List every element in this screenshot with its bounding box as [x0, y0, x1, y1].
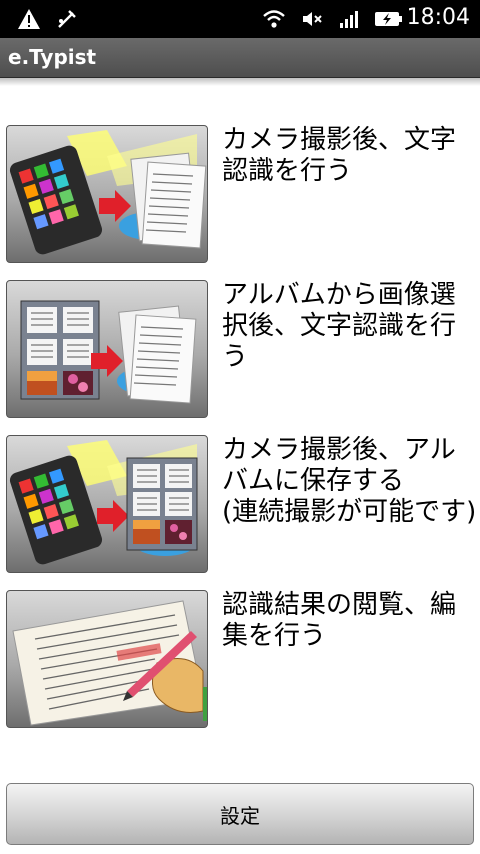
app-title: e.Typist: [8, 45, 97, 69]
mute-icon: [300, 6, 324, 32]
app-title-bar: e.Typist: [0, 38, 480, 78]
menu-item-camera-album[interactable]: カメラ撮影後、アル バムに保存する (連続撮影が可能です): [0, 435, 480, 575]
album-to-document-icon: [6, 280, 208, 418]
usb-debug-icon: [54, 6, 80, 32]
menu-item-label: 認識結果の閲覧、編 集を行う: [222, 590, 457, 651]
menu-item-camera-ocr[interactable]: カメラ撮影後、文字 認識を行う: [0, 125, 480, 265]
document-edit-icon: [6, 590, 208, 728]
warning-icon: [16, 6, 42, 32]
menu-item-label: カメラ撮影後、文字 認識を行う: [222, 125, 457, 186]
status-bar: 18:04: [0, 0, 480, 38]
clock: 18:04: [406, 5, 470, 30]
battery-charging-icon: [374, 6, 404, 32]
menu-item-view-edit[interactable]: 認識結果の閲覧、編 集を行う: [0, 590, 480, 730]
menu-item-label: アルバムから画像選 択後、文字認識を行 う: [222, 280, 457, 372]
signal-icon: [338, 6, 360, 32]
wifi-icon: [262, 6, 286, 32]
title-shadow: [0, 78, 480, 86]
menu-item-album-ocr[interactable]: アルバムから画像選 択後、文字認識を行 う: [0, 280, 480, 420]
camera-to-document-icon: [6, 125, 208, 263]
menu-item-label: カメラ撮影後、アル バムに保存する (連続撮影が可能です): [222, 435, 477, 527]
settings-button[interactable]: 設定: [6, 783, 474, 845]
camera-to-album-icon: [6, 435, 208, 573]
settings-label: 設定: [220, 803, 260, 828]
